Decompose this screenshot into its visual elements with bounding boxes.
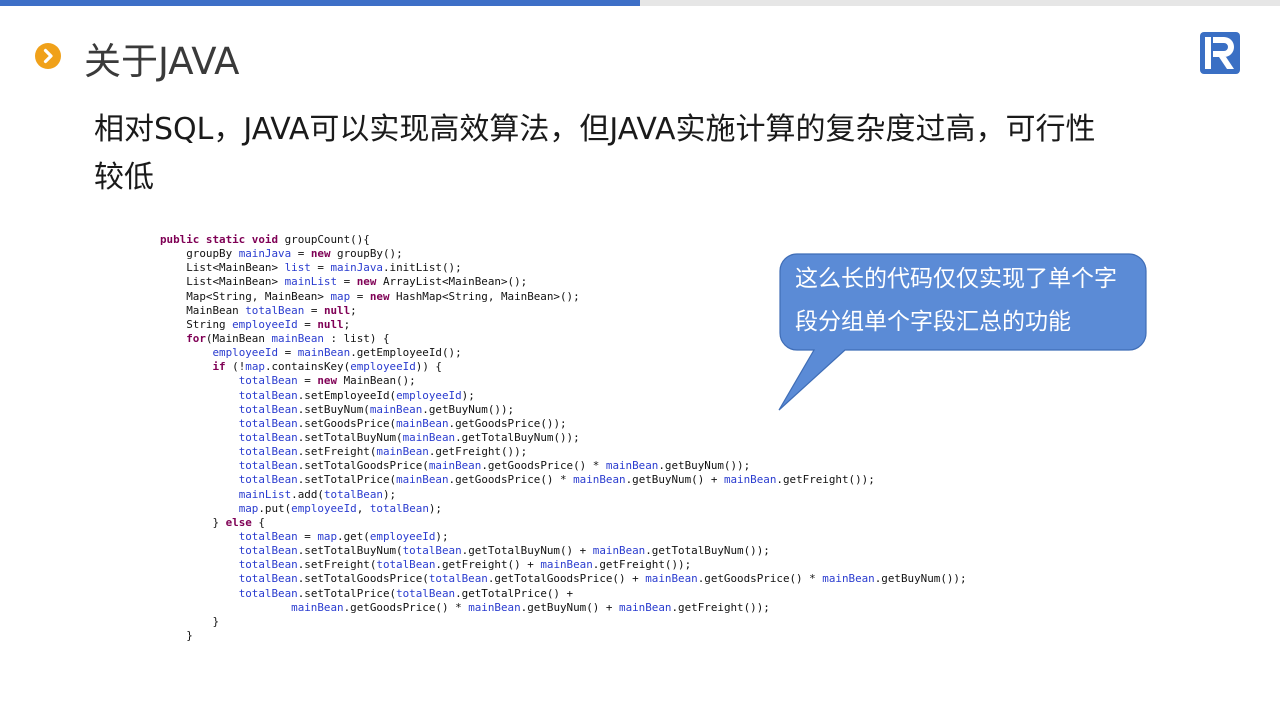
code-line: totalBean = new MainBean();: [238, 374, 416, 388]
callout-line-2: 段分组单个字段汇总的功能: [795, 309, 1071, 335]
body-line-1: 相对SQL，JAVA可以实现高效算法，但JAVA实施计算的复杂度过高，可行性: [94, 112, 1096, 147]
code-line: employeeId = mainBean.getEmployeeId();: [212, 346, 462, 360]
code-line: totalBean.setTotalPrice(mainBean.getGood…: [238, 473, 875, 487]
top-bar-gray: [640, 0, 1280, 6]
callout-line-1: 这么长的代码仅仅实现了单个字: [795, 266, 1117, 292]
chevron-right-icon: [35, 43, 61, 69]
code-line: } else {: [160, 515, 265, 529]
code-line: totalBean.setTotalGoodsPrice(totalBean.g…: [238, 572, 967, 586]
code-line: public static void groupCount(){: [160, 233, 370, 246]
code-line: totalBean.setFreight(totalBean.getFreigh…: [238, 558, 692, 572]
callout-text: 这么长的代码仅仅实现了单个字 段分组单个字段汇总的功能: [795, 258, 1140, 344]
code-line: totalBean.setTotalBuyNum(mainBean.getTot…: [238, 430, 580, 444]
code-line: totalBean.setFreight(mainBean.getFreight…: [238, 445, 528, 459]
code-line: }: [160, 614, 220, 628]
code-line: totalBean.setTotalPrice(totalBean.getTot…: [238, 586, 574, 600]
code-line: if (!map.containsKey(employeeId)) {: [212, 360, 442, 374]
code-line: map.put(employeeId, totalBean);: [238, 501, 442, 515]
top-accent-bar: [0, 0, 640, 6]
code-line: totalBean.setGoodsPrice(mainBean.getGood…: [238, 416, 567, 430]
body-line-2: 较低: [94, 160, 154, 195]
slide-body-text: 相对SQL，JAVA可以实现高效算法，但JAVA实施计算的复杂度过高，可行性 较…: [94, 106, 1194, 202]
r-logo-icon: [1199, 31, 1241, 75]
code-line: mainBean.getGoodsPrice() * mainBean.getB…: [291, 600, 770, 614]
code-line: totalBean = map.get(employeeId);: [238, 529, 449, 543]
code-line: totalBean.setTotalBuyNum(totalBean.getTo…: [238, 544, 770, 558]
code-line: }: [160, 628, 193, 642]
slide-title: 关于JAVA: [84, 40, 240, 83]
code-line: totalBean.setBuyNum(mainBean.getBuyNum()…: [238, 402, 515, 416]
code-line: totalBean.setTotalGoodsPrice(mainBean.ge…: [238, 459, 751, 473]
code-line: mainList.add(totalBean);: [238, 487, 397, 501]
code-line: totalBean.setEmployeeId(employeeId);: [238, 388, 475, 402]
